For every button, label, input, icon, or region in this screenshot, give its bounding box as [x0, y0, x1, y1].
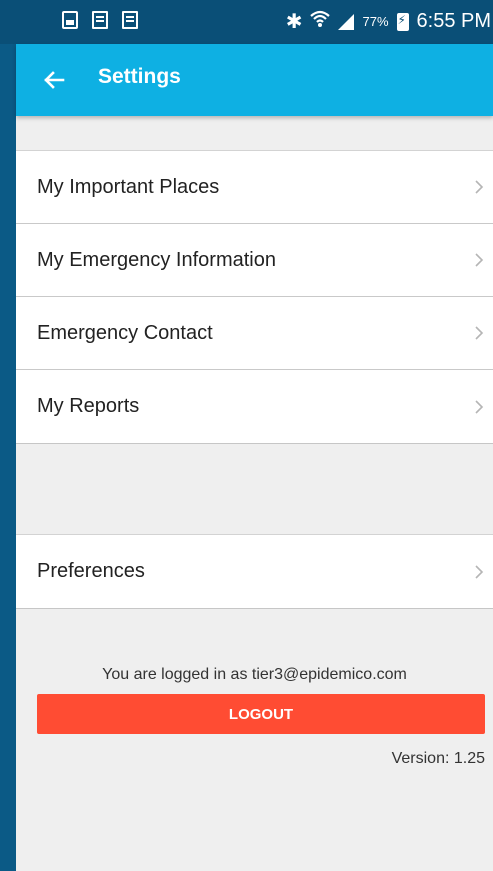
menu-item-label: My Emergency Information: [37, 248, 276, 271]
left-frame: [0, 0, 16, 871]
menu-item-emergency-contact[interactable]: Emergency Contact: [16, 297, 493, 370]
chevron-right-icon: [471, 397, 487, 417]
preferences-label: Preferences: [37, 560, 145, 582]
app-toolbar: Settings: [16, 44, 493, 116]
settings-menu: My Important Places My Emergency Informa…: [16, 150, 493, 444]
clock: 6:55 PM: [416, 10, 491, 32]
bluetooth-icon: ✱: [285, 11, 303, 33]
version-text: Version: 1.25: [391, 750, 485, 767]
chevron-right-icon: [471, 562, 487, 582]
menu-item-important-places[interactable]: My Important Places: [16, 151, 493, 224]
menu-item-preferences[interactable]: Preferences: [16, 535, 493, 608]
back-button[interactable]: [36, 62, 72, 98]
status-bar: ✱ 77% 6:55 PM: [0, 0, 493, 44]
document-icon: [92, 11, 108, 29]
doc-x-icon: [122, 11, 138, 29]
arrow-left-icon: [44, 71, 65, 89]
menu-item-label: My Important Places: [37, 175, 220, 198]
preferences-group: Preferences: [16, 534, 493, 609]
wifi-icon: [310, 10, 331, 34]
menu-item-label: Emergency Contact: [37, 321, 213, 344]
menu-item-emergency-information[interactable]: My Emergency Information: [16, 224, 493, 297]
menu-item-my-reports[interactable]: My Reports: [16, 370, 493, 443]
status-notifications: [62, 11, 138, 29]
battery-percent: 77%: [362, 14, 389, 29]
chevron-right-icon: [471, 250, 487, 270]
photo-icon: [62, 11, 78, 29]
logout-button[interactable]: LOGOUT: [37, 694, 485, 734]
status-system: ✱ 77% 6:55 PM: [286, 9, 491, 34]
logged-in-text: You are logged in as tier3@epidemico.com: [102, 666, 407, 683]
settings-screen: Settings My Important Places My Emergenc…: [16, 44, 493, 871]
signal-icon: [338, 13, 355, 30]
menu-item-label: My Reports: [37, 395, 140, 417]
chevron-right-icon: [471, 177, 487, 197]
chevron-right-icon: [471, 323, 487, 343]
page-title: Settings: [98, 65, 181, 88]
battery-icon: [396, 12, 409, 31]
